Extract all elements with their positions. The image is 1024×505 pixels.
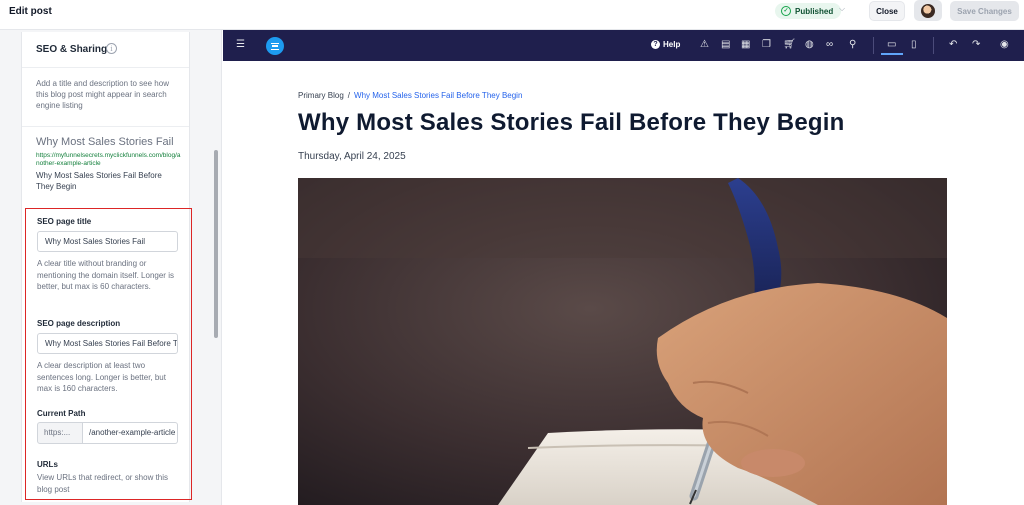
breadcrumb-root-link[interactable]: Primary Blog: [298, 91, 344, 100]
breadcrumb: Primary Blog / Why Most Sales Stories Fail…: [298, 91, 522, 100]
redo-icon[interactable]: ↷: [972, 39, 980, 51]
page-canvas: Primary Blog / Why Most Sales Stories Fail…: [223, 61, 1024, 505]
path-prefix: https:...: [37, 422, 83, 444]
preview-eye-icon[interactable]: ◉: [1000, 39, 1009, 51]
info-icon[interactable]: i: [106, 43, 117, 54]
qr-icon[interactable]: ▦: [741, 39, 750, 51]
seo-page-description-label: SEO page description: [37, 319, 121, 328]
status-badge[interactable]: ✓ Published: [775, 3, 842, 19]
avatar: [921, 3, 935, 18]
post-title[interactable]: Why Most Sales Stories Fail Before They …: [298, 109, 844, 137]
status-label: Published: [795, 6, 834, 16]
top-bar: Edit post ✓ Published ⌵ Close Save Chang…: [0, 0, 1024, 30]
seo-section-title: SEO & Sharing: [36, 44, 108, 55]
search-icon[interactable]: ⚲: [849, 39, 856, 51]
layers-icon[interactable]: ❐: [762, 39, 771, 51]
seo-page-title-input[interactable]: Why Most Sales Stories Fail: [37, 231, 178, 252]
search-preview-description: Why Most Sales Stories Fail Before They …: [36, 171, 162, 191]
undo-icon[interactable]: ↶: [949, 39, 957, 51]
seo-page-title-label: SEO page title: [37, 217, 92, 226]
breadcrumb-separator: /: [347, 91, 351, 100]
current-path-input[interactable]: /another-example-article: [83, 422, 178, 444]
save-changes-button[interactable]: Save Changes: [950, 1, 1019, 21]
help-label: Help: [663, 40, 681, 49]
scrollbar-thumb[interactable]: [214, 150, 218, 338]
seo-page-title-help: A clear title without branding or mentio…: [37, 259, 174, 291]
breadcrumb-current-link[interactable]: Why Most Sales Stories Fail Before They …: [354, 91, 522, 100]
editor-toolbar: ☰ ? Help ⚠ ▤ ▦ ❐ 🛒︎ ◍ ∞ ⚲ ▭ ▯ ↶ ↷ ◉: [223, 30, 1024, 61]
page-title: Edit post: [9, 6, 52, 17]
search-preview-title: Why Most Sales Stories Fail: [36, 136, 174, 148]
urls-label: URLs: [37, 460, 58, 469]
hero-image[interactable]: [298, 178, 947, 505]
cart-icon[interactable]: 🛒︎: [783, 39, 796, 51]
palette-icon[interactable]: ◍: [805, 39, 814, 51]
urls-help: View URLs that redirect, or show this bl…: [37, 473, 169, 494]
mobile-icon[interactable]: ▯: [911, 39, 917, 51]
link-icon[interactable]: ∞: [826, 39, 833, 51]
menu-icon[interactable]: ☰: [236, 39, 245, 51]
seo-page-description-help: A clear description at least two sentenc…: [37, 361, 166, 393]
seo-fields-highlight: SEO page title Why Most Sales Stories Fa…: [25, 208, 192, 500]
desktop-icon[interactable]: ▭: [887, 39, 896, 51]
avatar-button[interactable]: [914, 0, 942, 21]
current-path-label: Current Path: [37, 409, 86, 418]
chevron-down-icon[interactable]: ⌵: [839, 4, 845, 14]
close-button[interactable]: Close: [869, 1, 905, 21]
layout-icon[interactable]: ▤: [721, 39, 730, 51]
seo-card-header: SEO & Sharing i: [22, 32, 189, 68]
seo-card: SEO & Sharing i Add a title and descript…: [21, 32, 192, 502]
search-preview-url: https://myfunnelsecrets.myclickfunnels.c…: [36, 152, 181, 167]
settings-panel: SEO & Sharing i Add a title and descript…: [0, 30, 222, 505]
warning-icon[interactable]: ⚠: [700, 39, 709, 51]
check-circle-icon: ✓: [781, 6, 791, 16]
post-date: Thursday, April 24, 2025: [298, 151, 406, 162]
help-icon: ?: [651, 40, 660, 49]
seo-intro-text: Add a title and description to see how t…: [36, 79, 169, 110]
panel-scrollbar[interactable]: [213, 30, 219, 505]
seo-page-description-input[interactable]: Why Most Sales Stories Fail Before They …: [37, 333, 178, 354]
logo-icon[interactable]: [266, 37, 284, 55]
help-button[interactable]: ? Help: [651, 40, 680, 49]
divider: [22, 126, 189, 127]
